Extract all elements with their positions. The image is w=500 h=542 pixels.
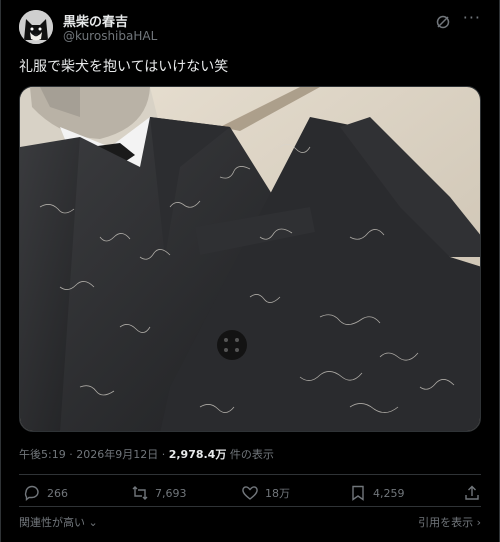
sort-relevance-dropdown[interactable]: 関連性が高い ⌄ (19, 514, 98, 530)
heart-icon (242, 486, 258, 500)
tweet-detail: 黒柴の春吉 @kuroshibaHAL ··· 礼服で柴犬を抱いてはいけない笑 (0, 0, 500, 542)
share-button[interactable] (463, 484, 481, 502)
photo-content (20, 87, 480, 431)
tweet-text: 礼服で柴犬を抱いてはいけない笑 (19, 59, 229, 75)
repost-icon (132, 486, 148, 500)
chevron-down-icon: ⌄ (88, 516, 98, 529)
repost-count: 7,693 (155, 486, 187, 500)
view-label: 件の表示 (229, 448, 274, 461)
like-count: 18万 (265, 487, 290, 500)
sort-label: 関連性が高い (19, 516, 85, 529)
repost-button[interactable]: 7,693 (131, 484, 187, 502)
more-options-icon[interactable]: ··· (463, 8, 481, 27)
chevron-right-icon: › (476, 516, 481, 529)
quotes-label: 引用を表示 (418, 516, 474, 529)
view-quotes-link[interactable]: 引用を表示 › (418, 514, 481, 530)
share-icon (465, 485, 479, 500)
author-handle[interactable]: @kuroshibaHAL (63, 29, 157, 43)
reply-button[interactable]: 266 (23, 484, 68, 502)
grok-icon[interactable] (435, 14, 451, 30)
divider (19, 474, 481, 475)
bookmark-icon (352, 485, 364, 501)
like-button[interactable]: 18万 (241, 484, 290, 502)
tweet-photo[interactable] (19, 86, 481, 432)
shiba-avatar-icon (19, 10, 53, 44)
divider (19, 506, 481, 507)
tweet-meta: 午後5:19 · 2026年9月12日 · 2,978.4万 件の表示 (19, 446, 274, 462)
action-bar: 266 7,693 18万 4,259 (19, 484, 481, 504)
avatar[interactable] (19, 10, 53, 44)
reply-count: 266 (47, 486, 68, 500)
view-count: 2,978.4万 (168, 448, 227, 461)
tweet-date[interactable]: 2026年9月12日 (76, 448, 158, 461)
author-name[interactable]: 黒柴の春吉 (63, 11, 128, 30)
bookmark-button[interactable]: 4,259 (349, 484, 405, 502)
tweet-time[interactable]: 午後5:19 (19, 448, 66, 461)
bookmark-count: 4,259 (373, 486, 405, 500)
reply-icon (24, 485, 39, 501)
meta-separator: · (69, 448, 73, 461)
meta-separator: · (161, 448, 166, 461)
tweet-header: 黒柴の春吉 @kuroshibaHAL ··· (19, 8, 485, 46)
